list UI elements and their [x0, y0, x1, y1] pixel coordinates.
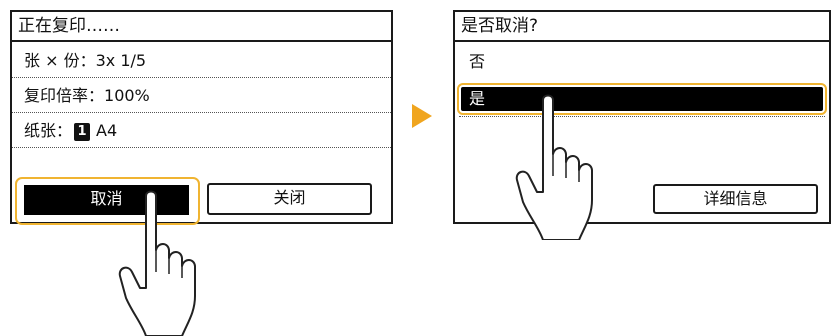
hand-pointer-icon	[515, 94, 593, 240]
row-label: 张 × 份：	[24, 51, 96, 70]
close-button[interactable]: 关闭	[207, 183, 372, 215]
copy-ratio-row: 复印倍率：100%	[12, 79, 391, 113]
row-label: 复印倍率：	[24, 86, 105, 105]
divider	[459, 116, 825, 117]
option-yes-highlight: 是	[457, 83, 827, 115]
row-value: 3x 1/5	[95, 51, 147, 70]
row-value: A4	[96, 121, 118, 140]
screen-title: 是否取消?	[455, 12, 829, 42]
paper-source-badge: 1	[74, 122, 91, 141]
screen-title: 正在复印……	[12, 12, 391, 42]
hand-pointer-icon	[118, 190, 196, 336]
details-button[interactable]: 详细信息	[653, 184, 818, 214]
next-arrow-icon	[412, 104, 432, 128]
row-label: 纸张：	[24, 121, 73, 140]
row-value: 100%	[104, 86, 150, 105]
option-no[interactable]: 否	[455, 48, 829, 76]
sheets-copies-row: 张 × 份：3x 1/5	[12, 44, 391, 78]
cancel-confirm-screen: 是否取消? 否 是 详细信息	[453, 10, 831, 224]
paper-row: 纸张： 1 A4	[12, 114, 391, 148]
